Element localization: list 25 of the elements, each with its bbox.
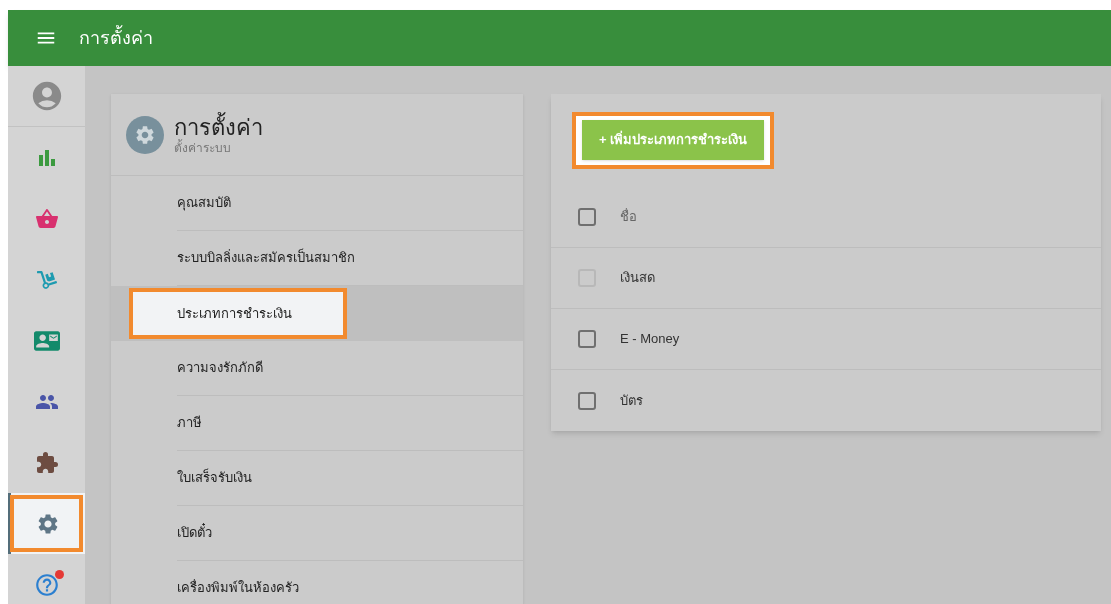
settings-menu-item[interactable]: เครื่องพิมพ์ในห้องครัว: [177, 561, 523, 604]
basket-icon: [34, 206, 59, 231]
card-subtitle: ตั้งค่าระบบ: [174, 140, 232, 155]
checkbox[interactable]: [578, 207, 596, 226]
column-header: ชื่อ: [620, 207, 637, 226]
help-icon: [33, 571, 60, 598]
add-button-label: + เพิ่มประเภทการชำระเงิน: [582, 120, 765, 160]
settings-icon: [134, 123, 156, 146]
settings-menu-item[interactable]: ประเภทการชำระเงิน: [129, 288, 347, 339]
hand-truck-icon: [36, 269, 57, 290]
payment-type-name: E - Money: [620, 330, 680, 349]
settings-icon: [36, 511, 60, 536]
settings-menu-item[interactable]: ใบเสร็จรับเงิน: [177, 451, 523, 506]
puzzle-icon: [34, 450, 59, 475]
card-title: การตั้งค่า: [174, 114, 263, 140]
settings-menu-item[interactable]: ความจงรักภักดี: [177, 341, 523, 396]
checkbox[interactable]: [578, 330, 596, 348]
payment-type-name: บัตร: [620, 391, 643, 410]
settings-menu-item[interactable]: คุณสมบัติ: [177, 176, 523, 231]
payment-type-name: เงินสด: [620, 269, 655, 288]
app-bar-title: การตั้งค่า: [79, 24, 153, 50]
settings-menu-item[interactable]: เปิดตั๋ว: [177, 506, 523, 561]
checkbox[interactable]: [578, 391, 596, 410]
settings-menu-item[interactable]: ภาษี: [177, 396, 523, 451]
rail-item[interactable]: [8, 493, 85, 554]
